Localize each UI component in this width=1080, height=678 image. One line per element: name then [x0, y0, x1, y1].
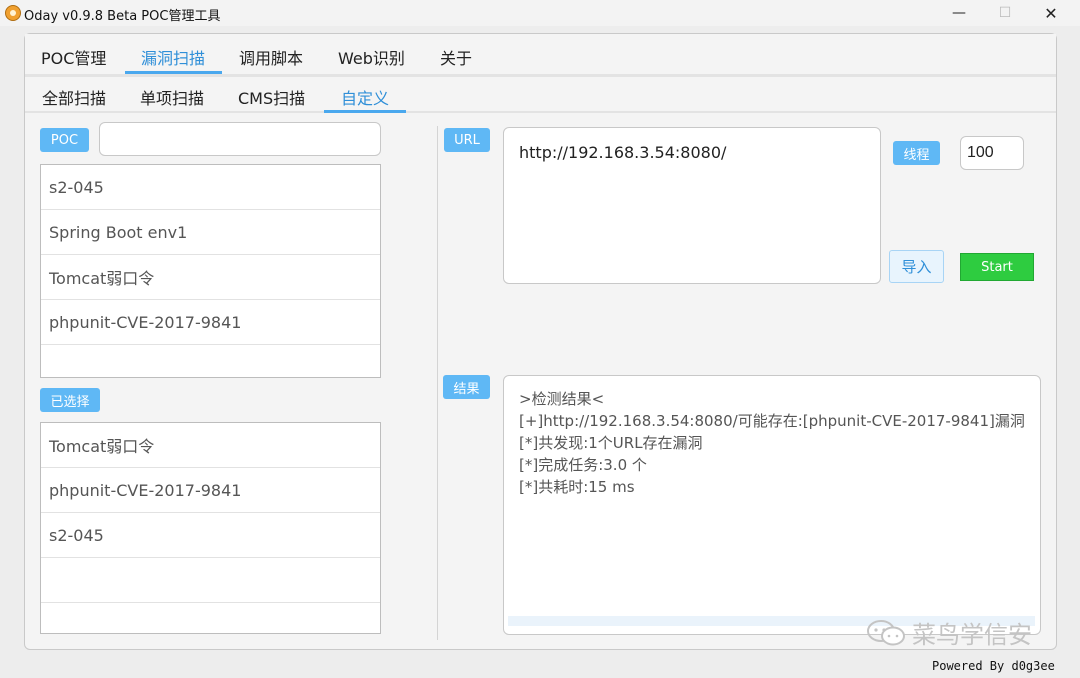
chat-bubble-icon [867, 619, 905, 645]
subtab-full-scan[interactable]: 全部扫描 [42, 85, 106, 109]
result-line: >检测结果< [519, 390, 605, 408]
close-button[interactable]: ✕ [1028, 0, 1074, 26]
minimize-button[interactable]: — [936, 0, 982, 26]
list-item-empty[interactable] [41, 345, 380, 377]
list-item[interactable]: phpunit-CVE-2017-9841 [41, 300, 380, 345]
list-item-empty[interactable] [41, 558, 380, 603]
list-item[interactable]: s2-045 [41, 165, 380, 210]
tab-call-script[interactable]: 调用脚本 [239, 45, 303, 69]
poc-search-input[interactable] [99, 122, 381, 156]
list-item[interactable]: s2-045 [41, 513, 380, 558]
list-item[interactable]: Tomcat弱口令 [41, 423, 380, 468]
subtab-custom-underline [324, 110, 406, 113]
subtab-single-scan[interactable]: 单项扫描 [140, 85, 204, 109]
url-value: http://192.168.3.54:8080/ [519, 143, 727, 162]
footer-credit: Powered By d0g3ee [932, 659, 1055, 673]
poc-label: POC [40, 128, 89, 152]
window-title: Oday v0.9.8 Beta POC管理工具 [24, 9, 221, 24]
selected-list[interactable]: Tomcat弱口令 phpunit-CVE-2017-9841 s2-045 [40, 422, 381, 634]
result-line: [*]共耗时:15 ms [519, 478, 635, 496]
watermark: 菜鸟学信安 [866, 615, 1032, 650]
threads-input[interactable] [960, 136, 1024, 170]
threads-label: 线程 [893, 141, 940, 165]
result-label: 结果 [443, 375, 490, 399]
list-item[interactable]: Spring Boot env1 [41, 210, 380, 255]
tab-web-identify[interactable]: Web识别 [338, 45, 405, 69]
result-line: [+]http://192.168.3.54:8080/可能存在:[phpuni… [519, 412, 1025, 430]
selected-label: 已选择 [40, 388, 100, 412]
tab-about[interactable]: 关于 [440, 45, 472, 69]
poc-list[interactable]: s2-045 Spring Boot env1 Tomcat弱口令 phpuni… [40, 164, 381, 378]
subtab-custom[interactable]: 自定义 [341, 85, 389, 109]
result-output: >检测结果< [+]http://192.168.3.54:8080/可能存在:… [519, 388, 1025, 498]
app-logo-icon [5, 5, 21, 21]
column-divider [437, 126, 438, 640]
start-button[interactable]: Start [960, 253, 1034, 281]
result-line: [*]共发现:1个URL存在漏洞 [519, 434, 703, 452]
import-button[interactable]: 导入 [889, 250, 944, 283]
list-item[interactable]: phpunit-CVE-2017-9841 [41, 468, 380, 513]
list-item[interactable]: Tomcat弱口令 [41, 255, 380, 300]
subtab-cms-scan[interactable]: CMS扫描 [238, 85, 305, 109]
watermark-text: 菜鸟学信安 [912, 621, 1032, 649]
url-label: URL [444, 128, 490, 152]
tab-poc-manage[interactable]: POC管理 [41, 45, 106, 69]
maximize-button[interactable]: ☐ [982, 0, 1028, 26]
tab-vuln-scan[interactable]: 漏洞扫描 [141, 45, 205, 69]
result-line: [*]完成任务:3.0 个 [519, 456, 647, 474]
tab-vuln-scan-underline [125, 71, 222, 74]
